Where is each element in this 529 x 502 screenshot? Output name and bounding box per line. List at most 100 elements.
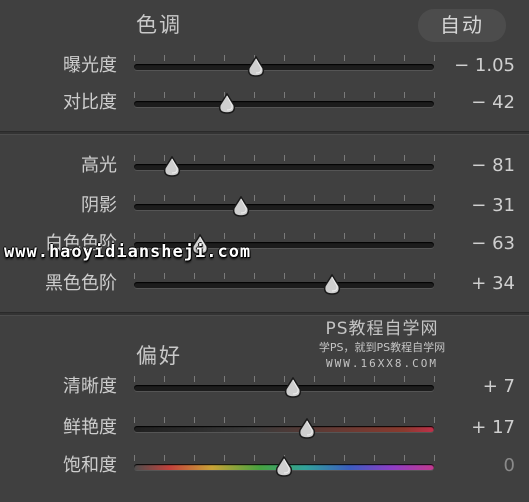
slider-track[interactable] xyxy=(134,204,434,210)
slider-tick xyxy=(254,273,255,279)
slider-tick xyxy=(254,417,255,423)
light-section: 高光 − 81 阴影 − 31 白色色阶 − 63 黑色色阶 + 34 xyxy=(0,134,529,314)
slider-tick xyxy=(254,455,255,461)
slider-tick xyxy=(374,376,375,382)
slider-tick xyxy=(194,455,195,461)
slider-tick xyxy=(374,455,375,461)
slider-tick xyxy=(164,376,165,382)
slider-track[interactable] xyxy=(134,426,434,432)
slider-value[interactable]: 0 xyxy=(504,451,515,481)
watermark-title: PS教程自学网 xyxy=(325,319,439,339)
slider-tick xyxy=(374,195,375,201)
slider-tick xyxy=(134,92,135,98)
slider-tick xyxy=(284,273,285,279)
slider-tick xyxy=(164,233,165,239)
slider-row: 黑色色阶 + 34 xyxy=(0,269,529,299)
slider-tick xyxy=(224,417,225,423)
slider-value[interactable]: − 31 xyxy=(471,191,515,221)
slider-label: 饱和度 xyxy=(63,455,117,476)
slider-thumb[interactable] xyxy=(246,55,266,78)
slider-ticks xyxy=(134,417,435,423)
slider-tick xyxy=(314,155,315,161)
slider-tick xyxy=(344,273,345,279)
slider-tick xyxy=(404,155,405,161)
slider-value[interactable]: + 7 xyxy=(483,372,515,402)
slider-tick xyxy=(434,273,435,279)
slider-thumb[interactable] xyxy=(297,417,317,440)
slider-tick xyxy=(284,195,285,201)
tone-section: 色调 自动 曝光度 − 1.05 对比度 − 42 xyxy=(0,0,529,134)
slider-tick xyxy=(404,92,405,98)
slider-tick xyxy=(194,417,195,423)
slider-label: 鲜艳度 xyxy=(63,417,117,438)
slider-tick xyxy=(284,233,285,239)
slider-tick xyxy=(254,155,255,161)
slider-label: 黑色色阶 xyxy=(45,273,117,294)
slider-thumb[interactable] xyxy=(162,155,182,178)
slider-tick xyxy=(314,455,315,461)
slider-tick xyxy=(164,195,165,201)
slider-value[interactable]: − 81 xyxy=(471,151,515,181)
slider-tick xyxy=(404,417,405,423)
slider-tick xyxy=(374,55,375,61)
slider-thumb[interactable] xyxy=(283,376,303,399)
slider-value[interactable]: − 1.05 xyxy=(454,51,515,81)
slider-tick xyxy=(374,92,375,98)
slider-thumb[interactable] xyxy=(217,92,237,115)
slider-row: 鲜艳度 + 17 xyxy=(0,413,529,443)
slider-value[interactable]: + 17 xyxy=(471,413,515,443)
slider-tick xyxy=(164,417,165,423)
slider-ticks xyxy=(134,55,435,61)
slider-tick xyxy=(134,233,135,239)
slider-tick xyxy=(344,155,345,161)
auto-button[interactable]: 自动 xyxy=(418,9,506,42)
slider-thumb[interactable] xyxy=(322,273,342,296)
slider-tick xyxy=(224,55,225,61)
slider-tick xyxy=(314,92,315,98)
slider-value[interactable]: + 34 xyxy=(471,269,515,299)
slider-tick xyxy=(134,195,135,201)
slider-tick xyxy=(314,233,315,239)
slider-tick xyxy=(374,417,375,423)
slider-tick xyxy=(284,417,285,423)
slider-tick xyxy=(434,233,435,239)
slider-label: 阴影 xyxy=(81,195,117,216)
slider-tick xyxy=(344,417,345,423)
preference-title: 偏好 xyxy=(136,344,182,368)
watermark-subtitle: 学PS，就到PS教程自学网 xyxy=(318,341,446,354)
slider-tick xyxy=(314,273,315,279)
slider-thumb[interactable] xyxy=(274,455,294,478)
slider-tick xyxy=(164,273,165,279)
slider-row: 阴影 − 31 xyxy=(0,191,529,221)
slider-tick xyxy=(254,233,255,239)
watermark-url: WWW.16XX8.COM xyxy=(325,357,439,370)
slider-tick xyxy=(434,155,435,161)
slider-tick xyxy=(164,455,165,461)
slider-tick xyxy=(224,273,225,279)
slider-tick xyxy=(194,273,195,279)
slider-value[interactable]: − 63 xyxy=(471,229,515,259)
slider-tick xyxy=(404,195,405,201)
slider-tick xyxy=(434,376,435,382)
slider-tick xyxy=(404,455,405,461)
slider-tick xyxy=(314,55,315,61)
slider-tick xyxy=(194,376,195,382)
slider-track[interactable] xyxy=(134,282,434,288)
slider-track[interactable] xyxy=(134,101,434,107)
slider-tick xyxy=(314,376,315,382)
slider-tick xyxy=(194,55,195,61)
slider-tick xyxy=(164,92,165,98)
ps-watermark: PS教程自学网 学PS，就到PS教程自学网 WWW.16XX8.COM xyxy=(292,318,472,372)
slider-tick xyxy=(134,273,135,279)
slider-tick xyxy=(314,195,315,201)
tone-title: 色调 xyxy=(136,13,182,37)
slider-tick xyxy=(224,195,225,201)
slider-row: 饱和度 0 xyxy=(0,451,529,481)
slider-row: 高光 − 81 xyxy=(0,151,529,181)
slider-track[interactable] xyxy=(134,64,434,70)
slider-thumb[interactable] xyxy=(231,195,251,218)
slider-tick xyxy=(284,55,285,61)
slider-tick xyxy=(434,195,435,201)
slider-tick xyxy=(344,55,345,61)
slider-value[interactable]: − 42 xyxy=(471,88,515,118)
